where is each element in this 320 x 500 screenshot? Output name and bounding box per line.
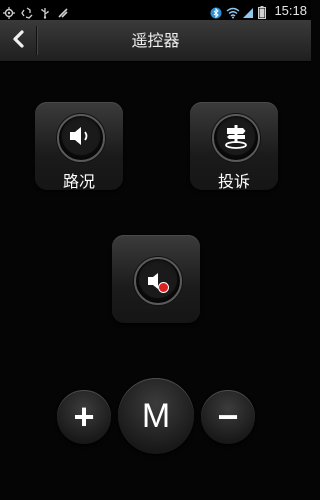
- complaint-icon-ring: [212, 114, 260, 162]
- page-title: 遥控器: [131, 31, 180, 50]
- cell-signal-icon: [242, 4, 254, 18]
- recycle-icon: [21, 4, 33, 19]
- traffic-icon-ring: [57, 114, 105, 162]
- plus-icon: +: [73, 396, 95, 437]
- mute-icon-ring: [134, 257, 182, 305]
- usb-icon: [39, 4, 51, 19]
- complaint-label: 投诉: [217, 172, 250, 191]
- status-bar: 15:18: [0, 0, 311, 20]
- complaint-button[interactable]: 投诉: [190, 102, 278, 191]
- mute-button[interactable]: [112, 235, 200, 323]
- battery-icon: [258, 4, 270, 19]
- minus-icon: −: [217, 396, 239, 437]
- wifi-icon: [226, 4, 240, 19]
- status-time: 15:18: [274, 2, 307, 18]
- traffic-button[interactable]: 路况: [35, 102, 123, 191]
- traffic-label: 路况: [62, 172, 95, 191]
- title-bar: 遥控器: [0, 20, 311, 62]
- signpost-icon: [222, 122, 250, 154]
- speaker-icon: [68, 125, 94, 151]
- plus-button[interactable]: +: [57, 390, 111, 444]
- mode-label: M: [141, 397, 171, 435]
- mute-badge: [158, 282, 169, 293]
- bluetooth-icon: [210, 4, 222, 19]
- signal-icon: [57, 4, 69, 18]
- gps-icon: [3, 4, 15, 19]
- mode-button[interactable]: M: [118, 378, 194, 454]
- speaker-mute-icon: [147, 271, 169, 293]
- minus-button[interactable]: −: [201, 390, 255, 444]
